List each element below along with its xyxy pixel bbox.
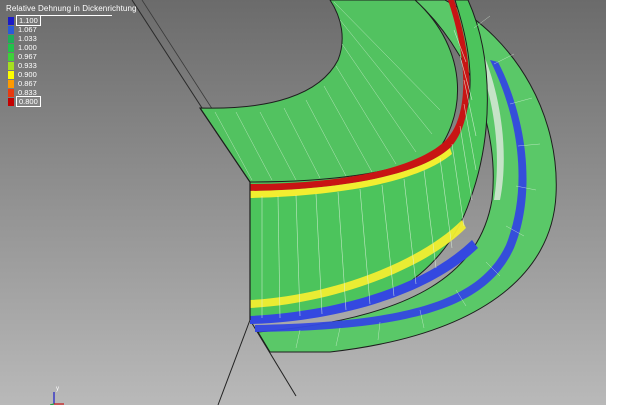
axis-line: [217, 319, 251, 405]
result-legend: Relative Dehnung in Dickenrichtung 1.100…: [5, 4, 195, 108]
legend-title-underline: [32, 15, 112, 16]
legend-value: 0.867: [18, 79, 37, 88]
legend-value: 0.967: [18, 52, 37, 61]
legend-value: 1.000: [18, 43, 37, 52]
triad-axis-label: y: [56, 386, 59, 392]
legend-value: 0.933: [18, 61, 37, 70]
legend-value: 0.900: [18, 70, 37, 79]
coordinate-triad-icon: [50, 392, 64, 405]
legend-value: 0.833: [18, 88, 37, 97]
legend-color-swatch: [8, 71, 14, 79]
legend-value: 1.033: [18, 34, 37, 43]
legend-color-swatch: [8, 35, 14, 43]
legend-color-swatch: [8, 53, 14, 61]
legend-color-swatch: [8, 98, 14, 106]
legend-title: Relative Dehnung in Dickenrichtung: [6, 4, 137, 13]
legend-color-swatch: [8, 26, 14, 34]
upper-face: [199, 0, 459, 183]
legend-color-swatch: [8, 17, 14, 25]
legend-color-swatch: [8, 62, 14, 70]
3d-viewport[interactable]: Relative Dehnung in Dickenrichtung 1.100…: [0, 0, 606, 405]
legend-value: 1.100: [16, 15, 41, 26]
legend-color-swatch: [8, 44, 14, 52]
legend-value: 0.800: [16, 96, 41, 107]
legend-color-swatch: [8, 89, 14, 97]
legend-color-swatch: [8, 80, 14, 88]
legend-value: 1.067: [18, 25, 37, 34]
